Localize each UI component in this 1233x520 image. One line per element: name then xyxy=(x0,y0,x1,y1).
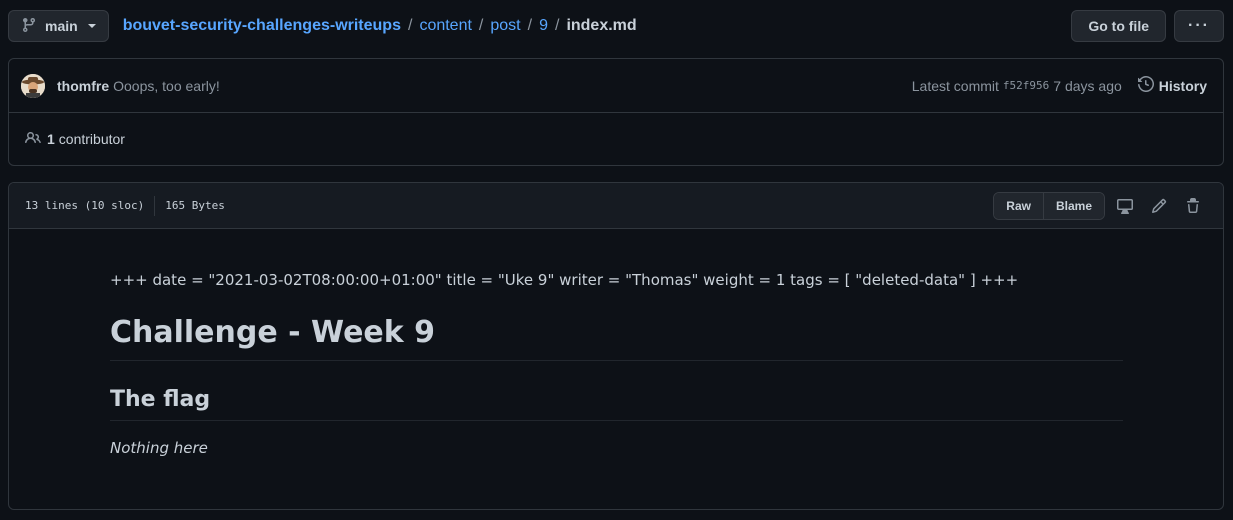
heading-challenge: Challenge - Week 9 xyxy=(110,315,1123,361)
commit-row: thomfre Ooops, too early! Latest commit … xyxy=(9,59,1223,113)
branch-select-button[interactable]: main xyxy=(8,10,109,42)
commit-author[interactable]: thomfre xyxy=(57,78,109,94)
latest-commit-box: thomfre Ooops, too early! Latest commit … xyxy=(8,58,1224,166)
breadcrumb: bouvet-security-challenges-writeups / co… xyxy=(123,17,637,35)
breadcrumb-separator: / xyxy=(554,17,560,34)
breadcrumb-current-file: index.md xyxy=(566,17,637,34)
file-header: 13 lines (10 sloc) 165 Bytes Raw Blame xyxy=(9,183,1223,229)
breadcrumb-content-link[interactable]: content xyxy=(419,17,471,35)
people-icon xyxy=(25,130,41,149)
paragraph-nothing-here: Nothing here xyxy=(110,439,208,457)
breadcrumb-post-link[interactable]: post xyxy=(490,17,520,35)
breadcrumb-repo-link[interactable]: bouvet-security-challenges-writeups xyxy=(123,17,401,35)
file-info: 13 lines (10 sloc) 165 Bytes xyxy=(25,195,225,216)
more-options-button[interactable]: ··· xyxy=(1174,10,1224,42)
file-actions-group: Raw Blame xyxy=(993,191,1105,220)
markdown-body: +++ date = "2021-03-02T08:00:00+01:00" t… xyxy=(9,229,1223,457)
file-line-count: 13 lines (10 sloc) xyxy=(25,199,145,212)
history-label: History xyxy=(1158,77,1207,94)
breadcrumb-separator: / xyxy=(478,17,484,34)
breadcrumb-separator: / xyxy=(527,17,533,34)
branch-label: main xyxy=(45,18,78,34)
latest-commit-label: Latest commit xyxy=(911,77,999,94)
contributors-row[interactable]: 1 contributor xyxy=(9,113,1223,165)
file-view: 13 lines (10 sloc) 165 Bytes Raw Blame +… xyxy=(8,182,1224,510)
avatar[interactable] xyxy=(21,73,45,98)
file-size: 165 Bytes xyxy=(165,199,225,212)
contributor-label: contributor xyxy=(58,131,125,147)
pencil-icon[interactable] xyxy=(1145,192,1173,220)
trash-icon[interactable] xyxy=(1179,192,1207,220)
desktop-icon[interactable] xyxy=(1111,192,1139,220)
kebab-icon: ··· xyxy=(1188,17,1210,34)
blame-button[interactable]: Blame xyxy=(1042,192,1104,219)
top-bar: main bouvet-security-challenges-writeups… xyxy=(8,10,1224,42)
breadcrumb-9-link[interactable]: 9 xyxy=(539,17,548,35)
raw-button[interactable]: Raw xyxy=(994,192,1043,219)
chevron-down-icon xyxy=(87,24,96,28)
contributor-count: 1 xyxy=(47,131,55,147)
history-icon xyxy=(1137,75,1154,95)
git-branch-icon xyxy=(21,17,37,36)
heading-flag: The flag xyxy=(110,387,1123,421)
commit-sha[interactable]: f52f956 xyxy=(1003,79,1049,92)
breadcrumb-separator: / xyxy=(407,17,413,34)
commit-message[interactable]: Ooops, too early! xyxy=(113,78,220,94)
commit-time: 7 days ago xyxy=(1053,77,1122,94)
history-link[interactable]: History xyxy=(1137,75,1207,95)
front-matter-text: +++ date = "2021-03-02T08:00:00+01:00" t… xyxy=(110,271,1019,289)
go-to-file-button[interactable]: Go to file xyxy=(1071,10,1166,42)
divider xyxy=(154,195,156,216)
